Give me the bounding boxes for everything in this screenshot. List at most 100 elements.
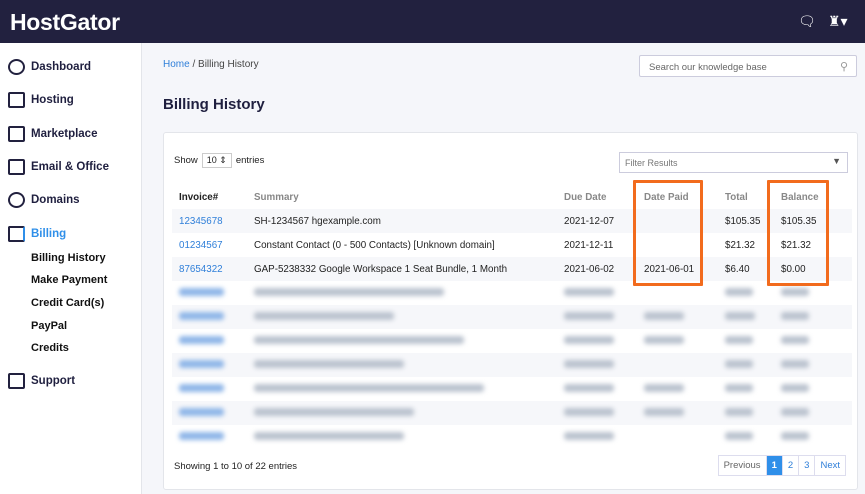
redacted-cell xyxy=(172,329,247,353)
redacted-text xyxy=(564,311,614,320)
redacted-cell xyxy=(637,377,718,401)
entries-select[interactable]: 10 ⇕ xyxy=(201,153,232,168)
hostgator-logo[interactable]: HostGator xyxy=(10,9,120,36)
label: Hosting xyxy=(31,94,74,106)
sidebar-item-support[interactable]: Support xyxy=(8,373,75,389)
redacted-cell xyxy=(557,425,637,449)
invoice-link[interactable]: 01234567 xyxy=(179,240,223,251)
sidebar-item-email[interactable]: Email & Office xyxy=(8,159,109,175)
sidebar-item-domains[interactable]: Domains xyxy=(8,192,80,208)
search-icon[interactable]: ⚲ xyxy=(840,60,848,73)
balance-highlight xyxy=(767,180,829,286)
sidebar: Dashboard Hosting Marketplace Email & Of… xyxy=(0,43,142,494)
redacted-cell xyxy=(247,401,557,425)
date-paid-highlight xyxy=(633,180,703,286)
redacted-cell xyxy=(774,425,852,449)
redacted-text xyxy=(725,335,753,344)
col-due-date[interactable]: Due Date xyxy=(557,185,637,209)
globe-icon xyxy=(8,192,25,208)
redacted-text xyxy=(781,383,809,392)
page-3-button[interactable]: 3 xyxy=(798,456,814,475)
breadcrumb: Home / Billing History xyxy=(163,59,259,70)
invoice-link[interactable]: 12345678 xyxy=(179,216,223,227)
label: Support xyxy=(31,375,76,387)
filter-input[interactable]: Filter Results ▼ xyxy=(619,152,848,173)
redacted-cell xyxy=(718,305,774,329)
sidebar-make-payment[interactable]: Make Payment xyxy=(31,274,107,286)
redacted-cell xyxy=(247,353,557,377)
redacted-text xyxy=(781,335,809,344)
page-1-button[interactable]: 1 xyxy=(765,456,782,475)
cell-summary: GAP-5238332 Google Workspace 1 Seat Bund… xyxy=(247,257,557,281)
redacted-text xyxy=(781,359,809,368)
table-row: 87654322 GAP-5238332 Google Workspace 1 S… xyxy=(172,257,852,281)
cell-due: 2021-06-02 xyxy=(557,257,637,281)
redacted-text xyxy=(179,335,224,344)
redacted-cell xyxy=(774,353,852,377)
label: Dashboard xyxy=(31,61,92,73)
redacted-text xyxy=(179,287,224,296)
redacted-cell xyxy=(247,377,557,401)
redacted-cell xyxy=(557,401,637,425)
page-2-button[interactable]: 2 xyxy=(781,456,798,475)
redacted-cell xyxy=(557,305,637,329)
table-row-redacted xyxy=(172,425,852,449)
sidebar-credits[interactable]: Credits xyxy=(31,342,69,354)
sidebar-item-billing[interactable]: Billing xyxy=(8,226,66,242)
redacted-text xyxy=(725,311,755,320)
redacted-cell xyxy=(247,305,557,329)
redacted-cell xyxy=(774,401,852,425)
placeholder: Filter Results xyxy=(625,158,678,168)
sidebar-billing-history[interactable]: Billing History xyxy=(31,252,106,264)
sidebar-item-marketplace[interactable]: Marketplace xyxy=(8,126,97,142)
sidebar-paypal[interactable]: PayPal xyxy=(31,320,67,332)
redacted-text xyxy=(179,311,224,320)
sep: / xyxy=(192,59,196,70)
col-invoice[interactable]: Invoice# xyxy=(172,185,247,209)
page-title: Billing History xyxy=(163,96,265,113)
billing-table: Invoice# Summary Due Date Date Paid Tota… xyxy=(172,185,852,449)
redacted-text xyxy=(725,383,753,392)
next-button[interactable]: Next xyxy=(814,456,845,475)
redacted-cell xyxy=(774,377,852,401)
redacted-text xyxy=(781,431,809,440)
redacted-cell xyxy=(718,353,774,377)
redacted-cell xyxy=(172,281,247,305)
redacted-text xyxy=(179,383,224,392)
col-total[interactable]: Total xyxy=(718,185,774,209)
redacted-text xyxy=(254,311,394,320)
table-row-redacted xyxy=(172,401,852,425)
account-icon[interactable]: ♜▾ xyxy=(828,13,848,30)
sidebar-credit-cards[interactable]: Credit Card(s) xyxy=(31,297,104,309)
invoice-link[interactable]: 87654322 xyxy=(179,264,223,275)
redacted-text xyxy=(179,359,224,368)
redacted-text xyxy=(564,431,614,440)
redacted-text xyxy=(564,287,614,296)
email-icon xyxy=(8,159,25,175)
table-row-redacted xyxy=(172,281,852,305)
redacted-cell xyxy=(774,305,852,329)
redacted-cell xyxy=(718,377,774,401)
redacted-cell xyxy=(247,425,557,449)
redacted-cell xyxy=(172,305,247,329)
table-row-redacted xyxy=(172,305,852,329)
pagination: Previous 1 2 3 Next xyxy=(717,455,846,476)
redacted-text xyxy=(254,431,404,440)
chat-icon[interactable]: 🗨 xyxy=(798,13,816,30)
filter-icon[interactable]: ▼ xyxy=(832,156,841,166)
col-summary[interactable]: Summary xyxy=(247,185,557,209)
table-row-redacted xyxy=(172,377,852,401)
sidebar-item-hosting[interactable]: Hosting xyxy=(8,92,74,108)
redacted-cell xyxy=(637,401,718,425)
dashboard-icon xyxy=(8,59,25,75)
cell-total: $105.35 xyxy=(718,209,774,233)
cell-summary: SH-1234567 hgexample.com xyxy=(247,209,557,233)
redacted-cell xyxy=(637,425,718,449)
previous-button[interactable]: Previous xyxy=(719,456,766,475)
redacted-cell xyxy=(637,305,718,329)
sidebar-item-dashboard[interactable]: Dashboard xyxy=(8,59,91,75)
placeholder: Search our knowledge base xyxy=(649,62,767,73)
cell-invoice: 12345678 xyxy=(172,209,247,233)
knowledge-search-input[interactable]: Search our knowledge base ⚲ xyxy=(639,55,857,77)
breadcrumb-home[interactable]: Home xyxy=(163,59,190,70)
